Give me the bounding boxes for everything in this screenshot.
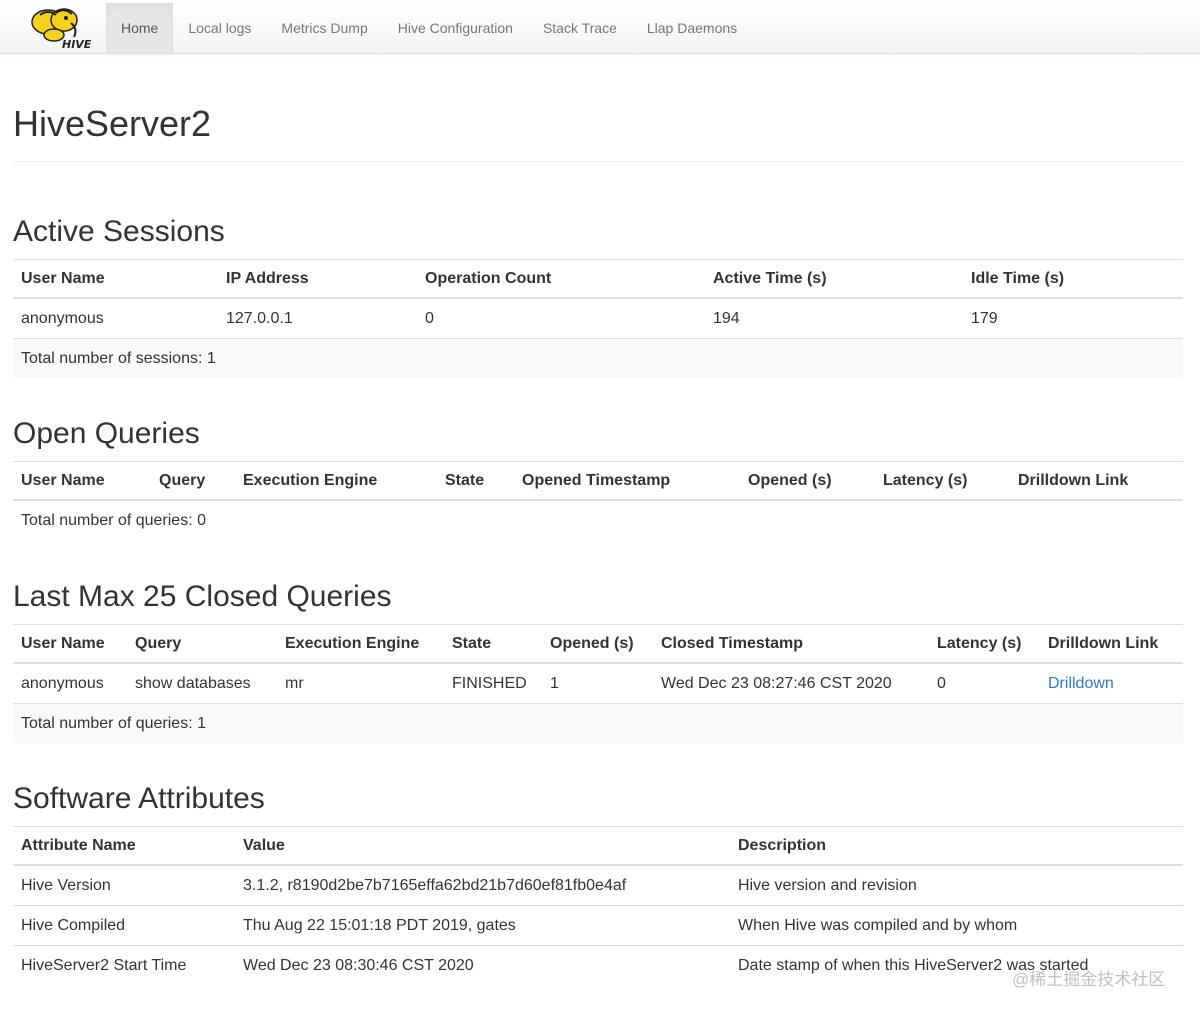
column-header: Description: [730, 826, 1183, 866]
column-header: Attribute Name: [13, 826, 235, 866]
title-divider: [13, 161, 1183, 162]
table-cell: 3.1.2, r8190d2be7b7165effa62bd21b7d60ef8…: [235, 864, 730, 906]
table-footer-row: Total number of queries: 1: [13, 703, 1183, 743]
table-cell: FINISHED: [444, 662, 542, 704]
column-header: Active Time (s): [705, 259, 963, 299]
table-cell: When Hive was compiled and by whom: [730, 905, 1183, 946]
column-header: Query: [151, 461, 235, 501]
column-header: User Name: [13, 624, 127, 664]
nav-hive-configuration[interactable]: Hive Configuration: [383, 3, 528, 53]
closed-queries-total: Total number of queries: 1: [13, 703, 1183, 743]
table-cell: 194: [705, 297, 963, 339]
table-cell: 179: [963, 297, 1183, 339]
open-queries-table: User Name Query Execution Engine State O…: [13, 461, 1183, 540]
table-cell: 0: [417, 297, 705, 339]
column-header: User Name: [13, 259, 218, 299]
software-attributes-table: Attribute Name Value Description Hive Ve…: [13, 826, 1183, 985]
open-queries-heading: Open Queries: [13, 417, 200, 450]
table-cell: anonymous: [13, 662, 127, 704]
software-attributes-heading: Software Attributes: [13, 782, 265, 815]
column-header: Execution Engine: [235, 461, 437, 501]
column-header: Opened Timestamp: [514, 461, 740, 501]
top-navbar: HIVE Home Local logs Metrics Dump Hive C…: [0, 3, 1200, 54]
table-row: Hive Version 3.1.2, r8190d2be7b7165effa6…: [13, 864, 1183, 906]
table-cell: Drilldown: [1040, 662, 1183, 704]
table-header-row: Attribute Name Value Description: [13, 826, 1183, 866]
main-nav: Home Local logs Metrics Dump Hive Config…: [106, 3, 752, 53]
table-row: anonymous 127.0.0.1 0 194 179: [13, 297, 1183, 339]
table-cell: 127.0.0.1: [218, 297, 417, 339]
table-cell: Hive version and revision: [730, 864, 1183, 906]
active-sessions-heading: Active Sessions: [13, 215, 225, 248]
column-header: Drilldown Link: [1040, 624, 1183, 664]
column-header: Drilldown Link: [1010, 461, 1183, 501]
column-header: Closed Timestamp: [653, 624, 929, 664]
table-cell: 1: [542, 662, 653, 704]
table-row: Hive Compiled Thu Aug 22 15:01:18 PDT 20…: [13, 905, 1183, 946]
drilldown-link[interactable]: Drilldown: [1048, 675, 1114, 692]
column-header: State: [444, 624, 542, 664]
column-header: Latency (s): [875, 461, 1010, 501]
column-header: Opened (s): [740, 461, 875, 501]
column-header: User Name: [13, 461, 151, 501]
column-header: Opened (s): [542, 624, 653, 664]
table-cell: HiveServer2 Start Time: [13, 945, 235, 985]
hive-logo[interactable]: HIVE: [26, 5, 96, 51]
column-header: Execution Engine: [277, 624, 444, 664]
column-header: Idle Time (s): [963, 259, 1183, 299]
nav-stack-trace[interactable]: Stack Trace: [528, 3, 632, 53]
closed-queries-table: User Name Query Execution Engine State O…: [13, 624, 1183, 743]
table-header-row: User Name Query Execution Engine State O…: [13, 461, 1183, 501]
table-cell: Wed Dec 23 08:27:46 CST 2020: [653, 662, 929, 704]
nav-llap-daemons[interactable]: Llap Daemons: [632, 3, 752, 53]
table-header-row: User Name IP Address Operation Count Act…: [13, 259, 1183, 299]
table-footer-row: Total number of sessions: 1: [13, 338, 1183, 378]
closed-queries-heading: Last Max 25 Closed Queries: [13, 580, 392, 613]
table-cell: Hive Version: [13, 864, 235, 906]
page-title: HiveServer2: [13, 103, 212, 144]
table-cell: show databases: [127, 662, 277, 704]
table-cell: mr: [277, 662, 444, 704]
table-cell: anonymous: [13, 297, 218, 339]
column-header: Value: [235, 826, 730, 866]
table-cell: Thu Aug 22 15:01:18 PDT 2019, gates: [235, 905, 730, 946]
nav-home[interactable]: Home: [106, 3, 174, 53]
nav-metrics-dump[interactable]: Metrics Dump: [266, 3, 382, 53]
table-footer-row: Total number of queries: 0: [13, 499, 1183, 540]
open-queries-total: Total number of queries: 0: [13, 499, 1183, 540]
column-header: Latency (s): [929, 624, 1040, 664]
table-cell: Wed Dec 23 08:30:46 CST 2020: [235, 945, 730, 985]
column-header: State: [437, 461, 514, 501]
watermark: @稀土掘金技术社区: [1012, 970, 1166, 989]
nav-local-logs[interactable]: Local logs: [173, 3, 266, 53]
table-row: HiveServer2 Start Time Wed Dec 23 08:30:…: [13, 945, 1183, 985]
table-cell: Hive Compiled: [13, 905, 235, 946]
logo-text: HIVE: [62, 38, 92, 51]
table-cell: 0: [929, 662, 1040, 704]
column-header: IP Address: [218, 259, 417, 299]
column-header: Query: [127, 624, 277, 664]
table-row: anonymous show databases mr FINISHED 1 W…: [13, 662, 1183, 704]
table-header-row: User Name Query Execution Engine State O…: [13, 624, 1183, 664]
sessions-total: Total number of sessions: 1: [13, 338, 1183, 378]
active-sessions-table: User Name IP Address Operation Count Act…: [13, 259, 1183, 378]
column-header: Operation Count: [417, 259, 705, 299]
